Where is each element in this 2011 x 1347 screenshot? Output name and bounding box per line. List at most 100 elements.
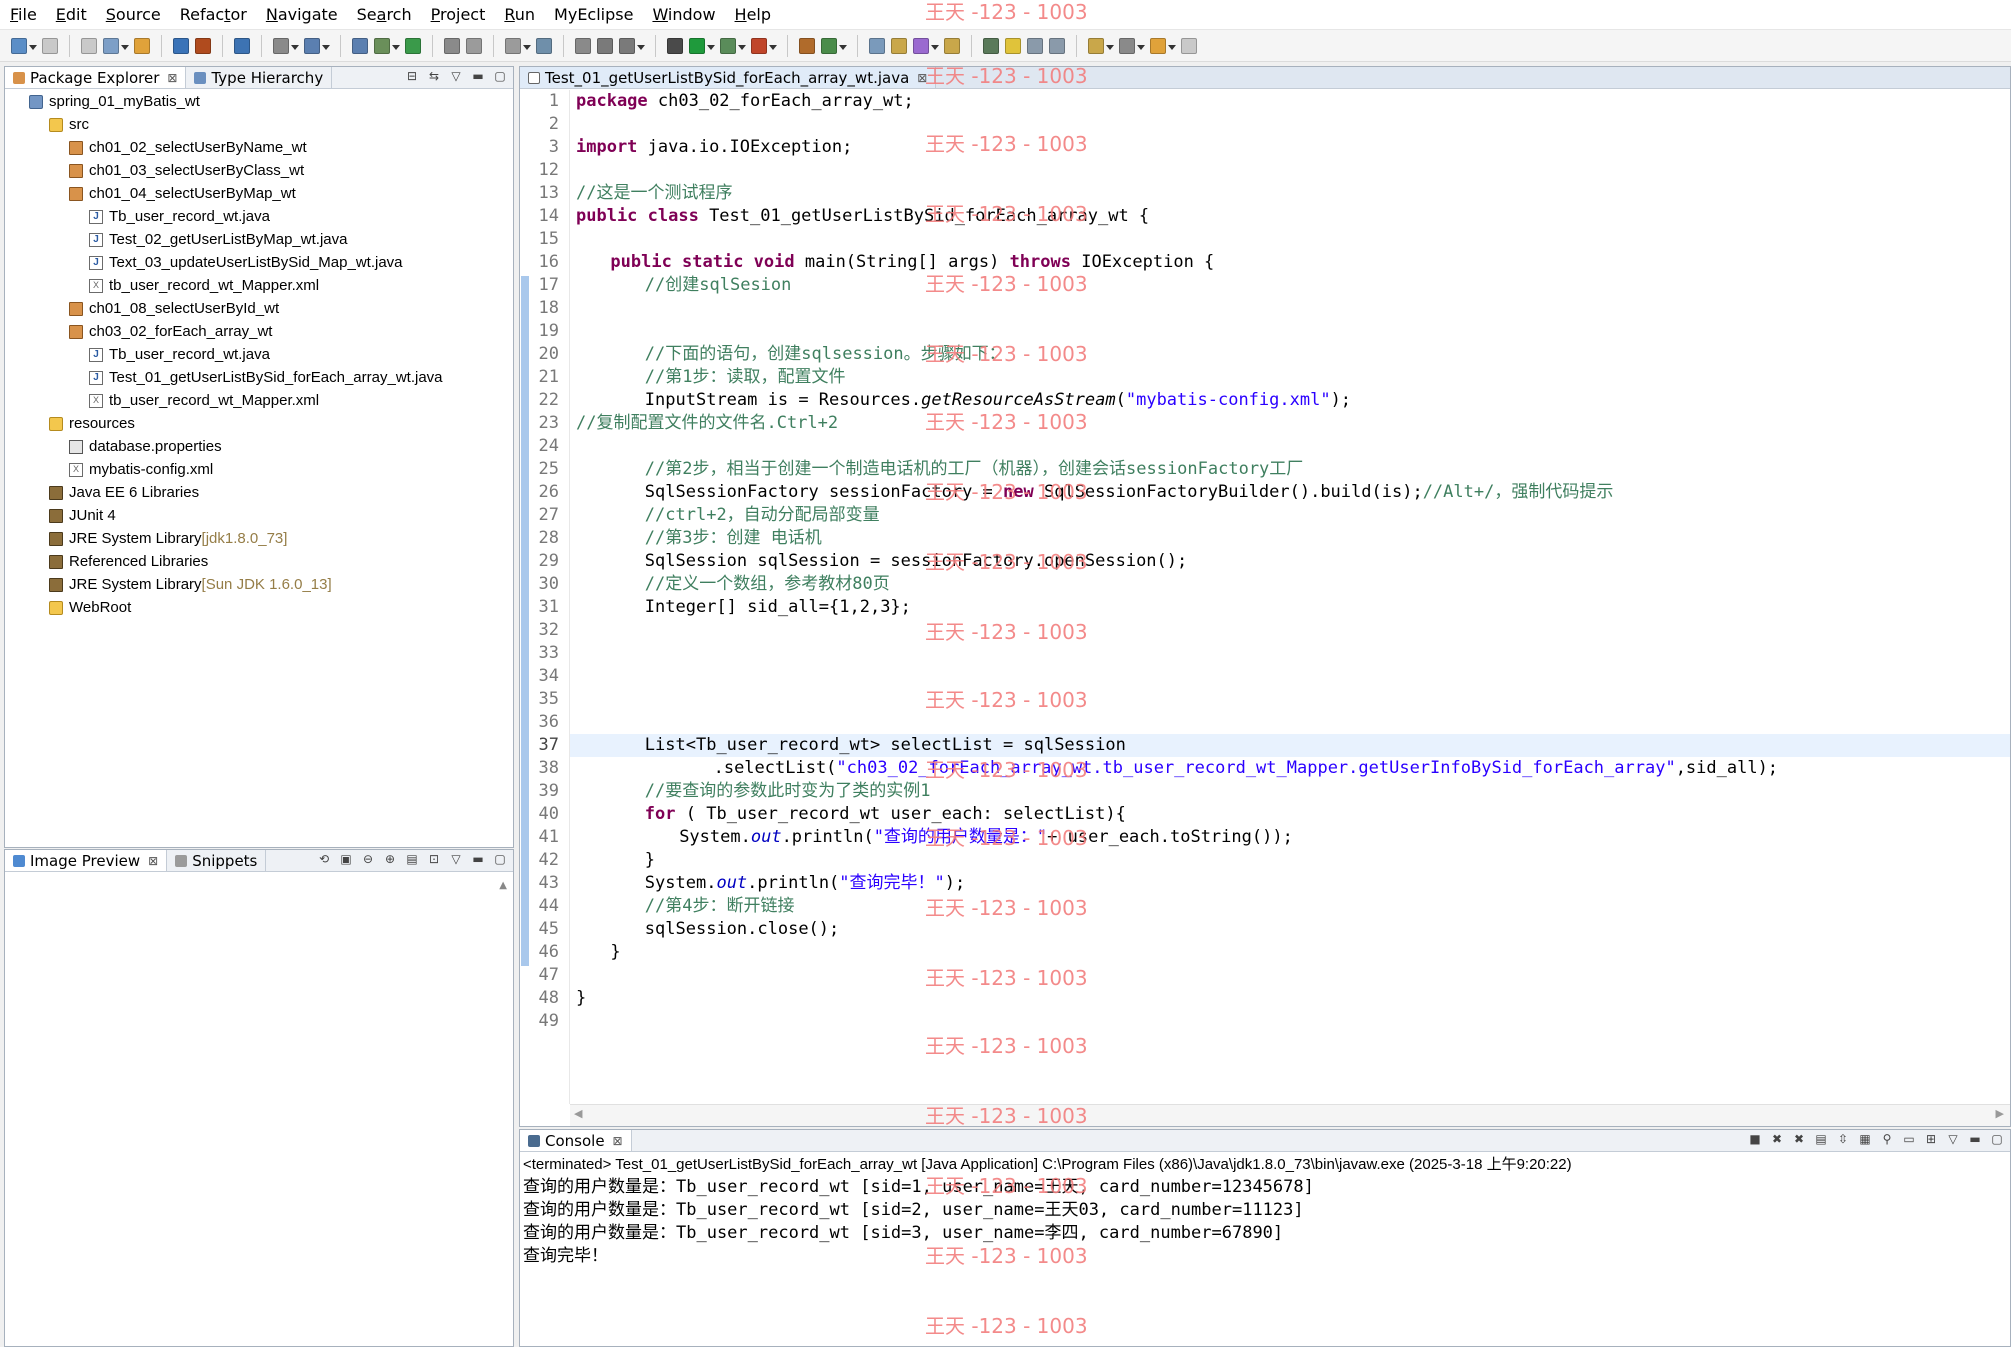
tree-item[interactable]: ch01_04_selectUserByMap_wt xyxy=(69,182,296,205)
view-menu-icon[interactable]: ▽ xyxy=(449,69,463,83)
terminate-icon[interactable]: ■ xyxy=(1748,1132,1762,1146)
menu-item-6[interactable]: Project xyxy=(431,5,486,24)
remove-all-icon[interactable]: ✖ xyxy=(1792,1132,1806,1146)
tab-snippets[interactable]: Snippets xyxy=(167,850,267,871)
tree-item[interactable]: Xtb_user_record_wt_Mapper.xml xyxy=(89,389,319,412)
toolbar-button-icon[interactable] xyxy=(352,37,368,54)
toolbar-button-icon[interactable] xyxy=(1005,37,1021,54)
tree-item[interactable]: Xtb_user_record_wt_Mapper.xml xyxy=(89,274,319,297)
toolbar-button-icon[interactable] xyxy=(597,37,613,54)
fit-window-icon[interactable]: ⊡ xyxy=(427,852,441,866)
tree-item[interactable]: Xmybatis-config.xml xyxy=(69,458,213,481)
tree-item[interactable]: J Tb_user_record_wt.java xyxy=(89,343,270,366)
scroll-left-icon[interactable]: ◀ xyxy=(574,1107,582,1120)
menu-item-4[interactable]: Navigate xyxy=(266,5,338,24)
toolbar-button-icon[interactable] xyxy=(619,37,645,54)
toolbar-button-icon[interactable] xyxy=(1119,37,1145,54)
tab-image-preview[interactable]: Image Preview ⊠ xyxy=(5,850,168,871)
toolbar-button-icon[interactable] xyxy=(689,37,715,54)
menu-item-5[interactable]: Search xyxy=(357,5,412,24)
toolbar-button-icon[interactable] xyxy=(944,37,960,54)
menu-item-2[interactable]: Source xyxy=(106,5,161,24)
menu-item-9[interactable]: Window xyxy=(652,5,715,24)
toolbar-button-icon[interactable] xyxy=(1049,37,1065,54)
actual-size-icon[interactable]: ▤ xyxy=(405,852,419,866)
menu-item-7[interactable]: Run xyxy=(504,5,535,24)
toolbar-button-icon[interactable] xyxy=(913,37,939,54)
maximize-icon[interactable]: ▢ xyxy=(1990,1132,2004,1146)
view-menu-icon[interactable]: ▽ xyxy=(1946,1132,1960,1146)
toolbar-button-icon[interactable] xyxy=(234,37,250,54)
menu-item-8[interactable]: MyEclipse xyxy=(554,5,633,24)
toolbar-button-icon[interactable] xyxy=(374,37,400,54)
tree-item[interactable]: J Test_01_getUserListBySid_forEach_array_… xyxy=(89,366,443,389)
toolbar-button-icon[interactable] xyxy=(304,37,330,54)
toolbar-button-icon[interactable] xyxy=(466,37,482,54)
minimize-icon[interactable]: ▬ xyxy=(471,69,485,83)
toolbar-button-icon[interactable] xyxy=(869,37,885,54)
toolbar-button-icon[interactable] xyxy=(81,37,97,54)
toolbar-button-icon[interactable] xyxy=(103,37,129,54)
refresh-icon[interactable]: ⟲ xyxy=(317,852,331,866)
toolbar-button-icon[interactable] xyxy=(11,37,37,54)
minimize-icon[interactable]: ▬ xyxy=(471,852,485,866)
toolbar-button-icon[interactable] xyxy=(405,37,421,54)
horizontal-scrollbar[interactable]: ◀ ▶ xyxy=(570,1104,2010,1126)
toolbar-button-icon[interactable] xyxy=(751,37,777,54)
tree-item[interactable]: src xyxy=(49,113,89,136)
pin-console-icon[interactable]: ⚲ xyxy=(1880,1132,1894,1146)
tree-item[interactable]: ch03_02_forEach_array_wt xyxy=(69,320,272,343)
close-icon[interactable]: ⊠ xyxy=(613,1134,623,1148)
toolbar-button-icon[interactable] xyxy=(720,37,746,54)
menu-item-0[interactable]: File xyxy=(10,5,37,24)
fit-icon[interactable]: ▣ xyxy=(339,852,353,866)
menu-item-1[interactable]: Edit xyxy=(56,5,87,24)
tree-item[interactable]: resources xyxy=(49,412,135,435)
zoom-in-icon[interactable]: ⊕ xyxy=(383,852,397,866)
tree-item[interactable]: JRE System Library [Sun JDK 1.6.0_13] xyxy=(49,573,332,596)
toolbar-button-icon[interactable] xyxy=(799,37,815,54)
view-menu-icon[interactable]: ▽ xyxy=(449,852,463,866)
tab-console[interactable]: Console ⊠ xyxy=(520,1130,632,1151)
toolbar-button-icon[interactable] xyxy=(983,37,999,54)
tree-item[interactable]: JRE System Library [jdk1.8.0_73] xyxy=(49,527,287,550)
scroll-lock-icon[interactable]: ⇳ xyxy=(1836,1132,1850,1146)
tree-item[interactable]: Java EE 6 Libraries xyxy=(49,481,199,504)
tree-item[interactable]: spring_01_myBatis_wt xyxy=(29,90,200,113)
minimize-icon[interactable]: ▬ xyxy=(1968,1132,1982,1146)
open-console-icon[interactable]: ⊞ xyxy=(1924,1132,1938,1146)
tree-item[interactable]: J Test_02_getUserListByMap_wt.java xyxy=(89,228,347,251)
link-editor-icon[interactable]: ⇆ xyxy=(427,69,441,83)
tree-item[interactable]: ch01_02_selectUserByName_wt xyxy=(69,136,307,159)
toolbar-button-icon[interactable] xyxy=(173,37,189,54)
tree-item[interactable]: ch01_03_selectUserByClass_wt xyxy=(69,159,304,182)
code-editor[interactable]: 1 2 3 12 13 14 15 16 17 18 19 20 21 22 23 24 25 26 27 28 29 3… xyxy=(520,90,2010,1126)
remove-launch-icon[interactable]: ✖ xyxy=(1770,1132,1784,1146)
tree-item[interactable]: J Tb_user_record_wt.java xyxy=(89,205,270,228)
tab-type-hierarchy[interactable]: Type Hierarchy xyxy=(186,67,333,88)
toolbar-button-icon[interactable] xyxy=(195,37,211,54)
tree-item[interactable]: Referenced Libraries xyxy=(49,550,208,573)
display-console-icon[interactable]: ▭ xyxy=(1902,1132,1916,1146)
toolbar-button-icon[interactable] xyxy=(273,37,299,54)
toolbar-button-icon[interactable] xyxy=(1027,37,1043,54)
toolbar-button-icon[interactable] xyxy=(505,37,531,54)
toolbar-button-icon[interactable] xyxy=(667,37,683,54)
menu-item-3[interactable]: Refactor xyxy=(180,5,247,24)
menu-item-10[interactable]: Help xyxy=(735,5,771,24)
toolbar-button-icon[interactable] xyxy=(575,37,591,54)
tree-item[interactable]: JUnit 4 xyxy=(49,504,116,527)
toolbar-button-icon[interactable] xyxy=(134,37,150,54)
zoom-out-icon[interactable]: ⊖ xyxy=(361,852,375,866)
toolbar-button-icon[interactable] xyxy=(1150,37,1176,54)
maximize-icon[interactable]: ▢ xyxy=(493,69,507,83)
close-icon[interactable]: ⊠ xyxy=(917,71,927,85)
code-text[interactable]: package ch03_02_forEach_array_wt; import … xyxy=(570,90,2010,1104)
toolbar-button-icon[interactable] xyxy=(444,37,460,54)
tree-item[interactable]: ch01_08_selectUserById_wt xyxy=(69,297,279,320)
tab-editor-file[interactable]: Test_01_getUserListBySid_forEach_array_w… xyxy=(520,67,937,88)
tree-item[interactable]: database.properties xyxy=(69,435,222,458)
toolbar-button-icon[interactable] xyxy=(1181,37,1197,54)
close-icon[interactable]: ⊠ xyxy=(167,71,177,85)
toolbar-button-icon[interactable] xyxy=(891,37,907,54)
